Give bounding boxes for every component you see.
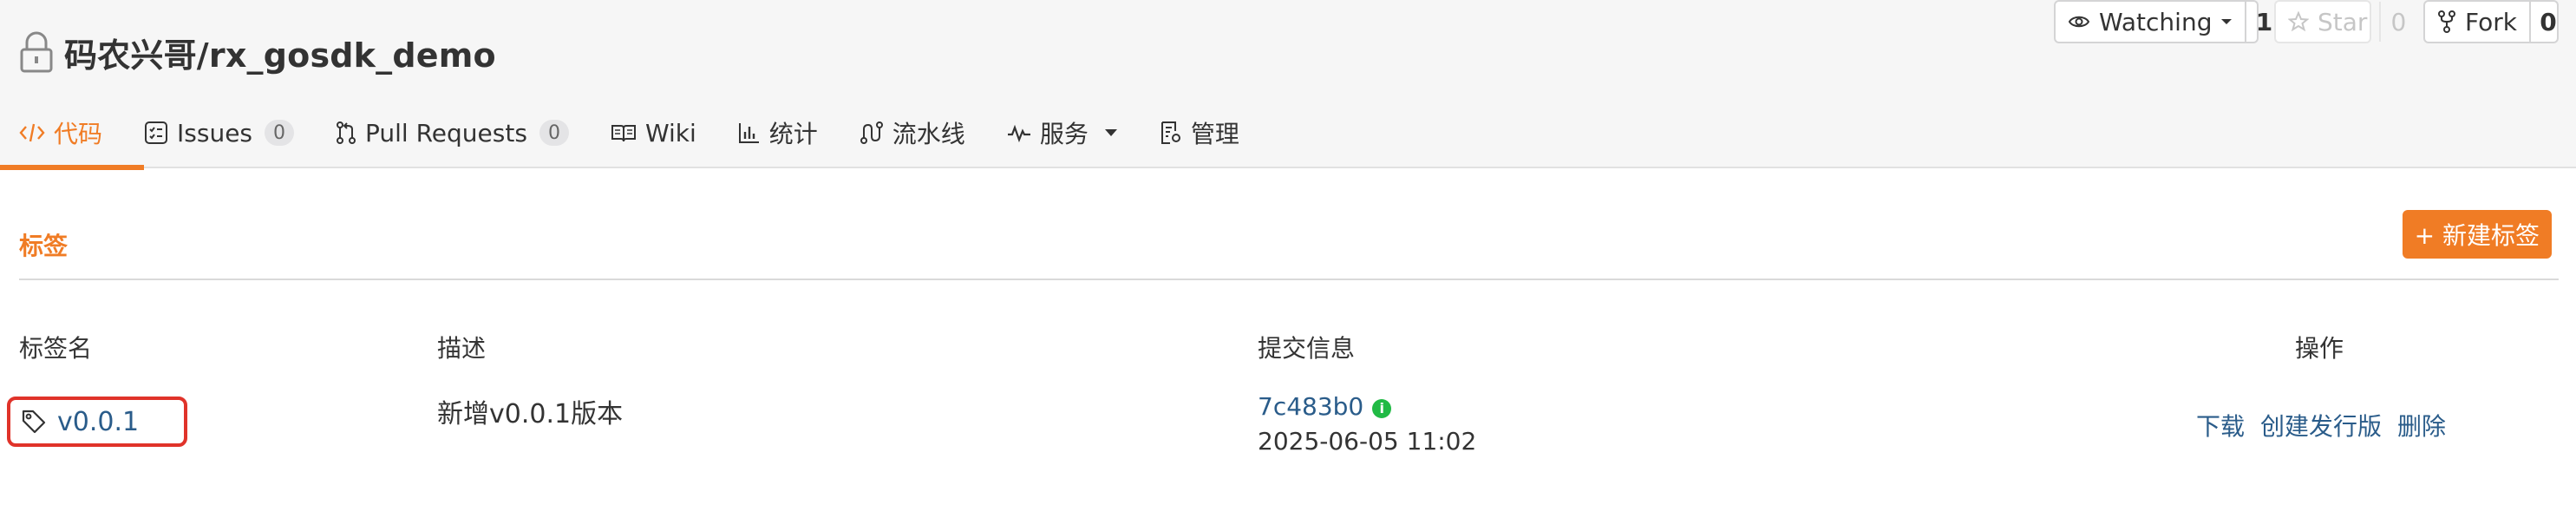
issues-icon bbox=[145, 121, 168, 144]
watch-button-group[interactable]: Watching 1 bbox=[2054, 0, 2272, 43]
book-icon bbox=[611, 125, 636, 142]
tab-pull-requests[interactable]: Pull Requests 0 bbox=[336, 97, 611, 168]
code-icon bbox=[19, 123, 45, 142]
tab-issues[interactable]: Issues 0 bbox=[144, 97, 336, 168]
tab-label: 统计 bbox=[768, 120, 818, 148]
row-operations: 下载 创建发行版 删除 bbox=[2196, 408, 2462, 442]
tab-services[interactable]: 服务 bbox=[1007, 97, 1160, 168]
commit-sha[interactable]: 7c483b0 bbox=[1258, 392, 1363, 421]
tab-label: Pull Requests bbox=[365, 118, 527, 148]
tab-label: 流水线 bbox=[892, 120, 965, 148]
tab-wiki[interactable]: Wiki bbox=[611, 97, 738, 168]
settings-doc-icon bbox=[1161, 121, 1180, 144]
create-release-link[interactable]: 创建发行版 bbox=[2260, 412, 2382, 441]
tab-label: Wiki bbox=[644, 118, 696, 148]
star-button[interactable]: Star bbox=[2276, 2, 2382, 42]
tab-badge: 0 bbox=[539, 120, 569, 146]
bar-chart-icon bbox=[738, 123, 759, 143]
watch-label: Watching bbox=[2099, 7, 2213, 36]
star-icon bbox=[2288, 11, 2309, 32]
tab-pipeline[interactable]: 流水线 bbox=[860, 97, 1007, 168]
header-tag-name: 标签名 bbox=[19, 334, 93, 363]
tag-link[interactable]: v0.0.1 bbox=[7, 397, 187, 447]
pulse-icon bbox=[1007, 124, 1030, 143]
header-commit: 提交信息 bbox=[1258, 334, 1356, 363]
tab-label: 服务 bbox=[1039, 120, 1089, 148]
fork-button-group[interactable]: Fork 0 bbox=[2423, 0, 2559, 43]
section-title: 标签 bbox=[19, 232, 69, 260]
tab-manage[interactable]: 管理 bbox=[1160, 97, 1281, 168]
fork-count[interactable]: 0 bbox=[2531, 2, 2566, 42]
repo-header: 码农兴哥/rx_gosdk_demo Watching 1 Star 0 For… bbox=[0, 0, 2576, 170]
delete-link[interactable]: 删除 bbox=[2397, 412, 2446, 441]
tag-description: 新增v0.0.1版本 bbox=[437, 399, 624, 429]
commit-info: 7c483b0 i bbox=[1258, 392, 1392, 421]
caret-down-icon bbox=[1104, 129, 1117, 136]
repo-title: 码农兴哥/rx_gosdk_demo bbox=[17, 26, 496, 78]
star-button-group[interactable]: Star 0 bbox=[2274, 0, 2406, 43]
new-tag-button[interactable]: + 新建标签 bbox=[2402, 210, 2552, 259]
lock-icon bbox=[20, 31, 53, 73]
tab-label: Issues bbox=[177, 118, 253, 148]
repo-tabs: 代码 Issues 0 Pull Requests 0 Wiki 统计 流水线 … bbox=[0, 97, 1281, 170]
tab-label: 管理 bbox=[1190, 120, 1239, 148]
fork-icon bbox=[2438, 10, 2455, 33]
fork-label: Fork bbox=[2465, 7, 2517, 36]
tab-label: 代码 bbox=[54, 120, 103, 148]
info-icon[interactable]: i bbox=[1372, 398, 1392, 418]
header-description: 描述 bbox=[437, 334, 487, 363]
star-label: Star bbox=[2318, 7, 2368, 36]
commit-date: 2025-06-05 11:02 bbox=[1258, 427, 1477, 456]
tab-stats[interactable]: 统计 bbox=[738, 97, 860, 168]
header-operations: 操作 bbox=[2295, 334, 2344, 363]
caret-down-icon bbox=[2221, 19, 2233, 24]
tab-badge: 0 bbox=[265, 120, 295, 146]
tag-icon bbox=[22, 410, 46, 434]
tag-name: v0.0.1 bbox=[57, 406, 140, 437]
watch-button[interactable]: Watching bbox=[2056, 2, 2247, 42]
tab-code[interactable]: 代码 bbox=[0, 97, 145, 170]
pipeline-icon bbox=[860, 121, 883, 144]
divider bbox=[19, 279, 2559, 280]
download-link[interactable]: 下载 bbox=[2196, 412, 2245, 441]
pull-request-icon bbox=[337, 121, 356, 144]
star-count[interactable]: 0 bbox=[2381, 2, 2416, 42]
repo-name[interactable]: 码农兴哥/rx_gosdk_demo bbox=[64, 29, 496, 76]
fork-button[interactable]: Fork bbox=[2425, 2, 2531, 42]
eye-icon bbox=[2068, 16, 2090, 28]
